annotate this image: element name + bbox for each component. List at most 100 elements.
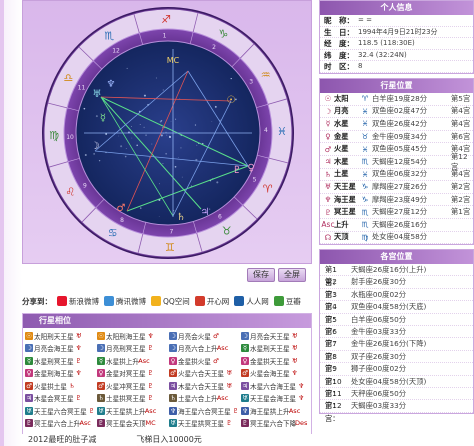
natal-chart-wheel[interactable]: ♈♉♊♋♌♍♎♏♐♑♒♓ 567891011121234 MC ☉☽☿♀♂ ♃♄♅… — [23, 1, 313, 265]
star — [143, 94, 146, 97]
aspect-item[interactable]: ♅ 天王星拱冥王星 ♇ — [169, 418, 241, 430]
house-value: 白羊座06度50分 — [351, 314, 407, 324]
aspect-item[interactable]: ☉ 太阳刑海王星 ♆ — [97, 330, 169, 342]
planet-name: 水星 — [334, 118, 349, 128]
planet-row[interactable]: ♇ 冥王星 ♏ 天蝎座27度12分 第1宫 — [320, 206, 473, 219]
aspect-target-icon: ♆ — [147, 331, 154, 340]
aspect-item[interactable]: ☿ 水星刑冥王星 ♇ — [25, 355, 97, 367]
planet-glyph-icon[interactable]: ♃ — [201, 207, 210, 218]
aspect-item[interactable]: ♄ 土星六合上升 Asc — [169, 393, 241, 405]
zodiac-sign-icon: ♓ — [361, 119, 369, 129]
aspect-item[interactable]: ♃ 木星六合海王星 ♆ — [241, 380, 313, 392]
aspect-item[interactable]: ♂ 火星冲冥王星 ♇ — [97, 380, 169, 392]
aspect-item[interactable]: ♀ 金星拱火星 ♂ — [169, 355, 241, 367]
planet-row[interactable]: ♅ 天王星 ♑ 摩羯座27度26分 第2宫 — [320, 181, 473, 194]
aspect-target-icon: MC — [145, 419, 156, 428]
aspect-target-icon: ♅ — [291, 356, 298, 365]
aspect-item[interactable]: ☽ 月亮会海王星 ♆ — [25, 343, 97, 355]
star — [160, 134, 163, 137]
aspect-planet-icon: ♃ — [25, 394, 33, 403]
planet-glyph-icon[interactable]: ☉ — [227, 95, 236, 106]
star — [139, 207, 142, 209]
aspect-item[interactable]: ♇ 冥王星会天顶 MC — [97, 418, 169, 430]
aspect-text: 天王星六合冥王星 — [34, 407, 87, 416]
aspect-item[interactable]: ♆ 海王星六合冥王星 ♇ — [169, 405, 241, 417]
info-value: 32.4 (32:24N) — [358, 50, 407, 59]
planet-glyph-icon[interactable]: ☿ — [100, 113, 106, 124]
aspect-planet-icon: ☉ — [25, 331, 33, 340]
planet-row[interactable]: ☿ 水星 ♓ 双鱼座26度42分 第4宫 — [320, 118, 473, 131]
aspect-planet-icon: ☽ — [169, 331, 177, 340]
planet-degree: 双鱼座05度45分 — [372, 144, 428, 154]
share-item[interactable]: 新浪微博 — [57, 296, 99, 307]
planet-glyph-icon[interactable]: ♄ — [177, 212, 186, 223]
share-item[interactable]: 豆瓣 — [273, 296, 301, 307]
aspect-text: 金星拱火星 — [178, 357, 211, 366]
aspect-item[interactable]: ♇ 冥王星六合下降 Des — [241, 418, 313, 430]
aspect-item[interactable]: ♂ 火星六合天王星 ♅ — [169, 368, 241, 380]
aspect-item[interactable]: ☽ 月亮会天王星 ♅ — [241, 330, 313, 342]
share-item[interactable]: 人人网 — [234, 296, 269, 307]
house-value: 金牛座26度16分(下降) — [351, 339, 427, 349]
planet-row[interactable]: Asc 上升 ♏ 天蝎座26度16分 — [320, 219, 473, 232]
aspect-item[interactable]: ♂ 火星拱土星 ♄ — [25, 380, 97, 392]
fullscreen-button[interactable]: 全屏 — [278, 268, 306, 282]
personal-info-title: 个人信息 — [320, 1, 473, 15]
planet-row[interactable]: ☊ 天顶 ♍ 处女座04度58分 — [320, 232, 473, 245]
aspect-target-icon: Asc — [144, 406, 157, 415]
planet-glyph-icon[interactable]: ♀ — [247, 163, 254, 174]
aspect-item[interactable]: ♂ 火星会海王星 ♆ — [241, 368, 313, 380]
aspect-item[interactable]: ♄ 土星拱冥王星 ♇ — [97, 393, 169, 405]
star — [165, 152, 168, 155]
aspect-item[interactable]: ♇ 冥王星六合上升 Asc — [25, 418, 97, 430]
planet-glyph-icon[interactable]: ☽ — [91, 141, 100, 152]
aspect-text: 月亮刑冥王星 — [106, 345, 146, 354]
aspect-item[interactable]: ☽ 月亮刑冥王星 ♇ — [97, 343, 169, 355]
aspect-text: 天王星拱上升 — [106, 407, 146, 416]
planet-name: 太阳 — [334, 93, 349, 103]
aspect-item[interactable]: ♅ 天王星六合冥王星 ♇ — [25, 405, 97, 417]
planet-degree: 金牛座09度34分 — [372, 131, 428, 141]
planet-glyph-icon[interactable]: ♇ — [233, 165, 242, 176]
aspect-item[interactable]: ♅ 天王星拱上升 Asc — [97, 405, 169, 417]
planet-glyph-icon: ♂ — [324, 144, 332, 154]
natal-chart-panel: ♈ ♉ ♊ ♋ ♌ ♍ ♎ ♏ ♐ ♑ ♒ ♓ 5 6 7 8 9 10 11 12 1 2 3 4 MC ☉ ☽ ☿ ♀ ♂ ♃ ♄ ♅… — [22, 0, 312, 285]
star — [151, 143, 153, 145]
weibo-icon — [57, 296, 67, 306]
aspect-item[interactable]: ♀ 金星对冥王星 ♇ — [97, 368, 169, 380]
star — [98, 160, 101, 162]
bottom-ad-left[interactable]: 2012最旺的肚子减 — [28, 434, 96, 446]
aspect-item[interactable]: ♅ 天王星会海王星 ♆ — [241, 393, 313, 405]
planet-row[interactable]: ♀ 金星 ♉ 金牛座09度34分 第6宫 — [320, 131, 473, 144]
planet-row[interactable]: ♆ 海王星 ♑ 摩羯座23度49分 第2宫 — [320, 194, 473, 207]
planet-glyph-icon[interactable]: ♂ — [117, 203, 126, 214]
planet-row[interactable]: ♃ 木星 ♏ 天蝎座12度54分 第12宫 — [320, 152, 473, 171]
save-button[interactable]: 保存 — [247, 268, 275, 282]
planet-glyph-icon[interactable]: ♅ — [93, 89, 102, 100]
aspect-item[interactable]: ☽ 月亮会火星 ♂ — [169, 330, 241, 342]
planet-glyph-icon[interactable]: ♆ — [107, 79, 116, 90]
aspect-item[interactable]: ☽ 月亮六合上升 Asc — [169, 343, 241, 355]
share-item[interactable]: 腾讯微博 — [104, 296, 146, 307]
aspect-item[interactable]: ☿ 水星刑天王星 ♅ — [241, 343, 313, 355]
douban-icon — [273, 296, 284, 306]
aspect-item[interactable]: ☉ 太阳刑天王星 ♅ — [25, 330, 97, 342]
aspect-item[interactable]: ♀ 金星拱天王星 ♅ — [241, 355, 313, 367]
aspect-item[interactable]: ♃ 木星会冥王星 ♇ — [25, 393, 97, 405]
planet-glyph-icon: ♃ — [324, 157, 332, 167]
share-bar: 分享到： 新浪微博 腾讯微博 QQ空间 开心网 人人网 豆瓣 — [22, 293, 312, 309]
planet-row[interactable]: ☉ 太阳 ♈ 白羊座19度28分 第5宫 — [320, 93, 473, 106]
bottom-ad-right[interactable]: 飞梯日入10000元 — [136, 434, 201, 446]
planet-row[interactable]: ☽ 月亮 ♓ 双鱼座02度47分 第4宫 — [320, 106, 473, 119]
aspect-item[interactable]: ♃ 木星六合天王星 ♅ — [169, 380, 241, 392]
aspect-item[interactable]: ☿ 水星拱上升 Asc — [97, 355, 169, 367]
aspect-item[interactable]: ♀ 金星刑海王星 ♆ — [25, 368, 97, 380]
house-value: 狮子座00度02分 — [351, 364, 407, 374]
star — [95, 115, 98, 118]
share-item[interactable]: 开心网 — [194, 296, 229, 307]
info-value: 118.5 (118:30E) — [358, 39, 415, 48]
aspect-item[interactable]: ♆ 海王星拱上升 Asc — [241, 405, 313, 417]
star — [211, 121, 213, 122]
share-item[interactable]: QQ空间 — [151, 296, 190, 307]
planet-row[interactable]: ♄ 土星 ♓ 双鱼座06度32分 第4宫 — [320, 169, 473, 182]
